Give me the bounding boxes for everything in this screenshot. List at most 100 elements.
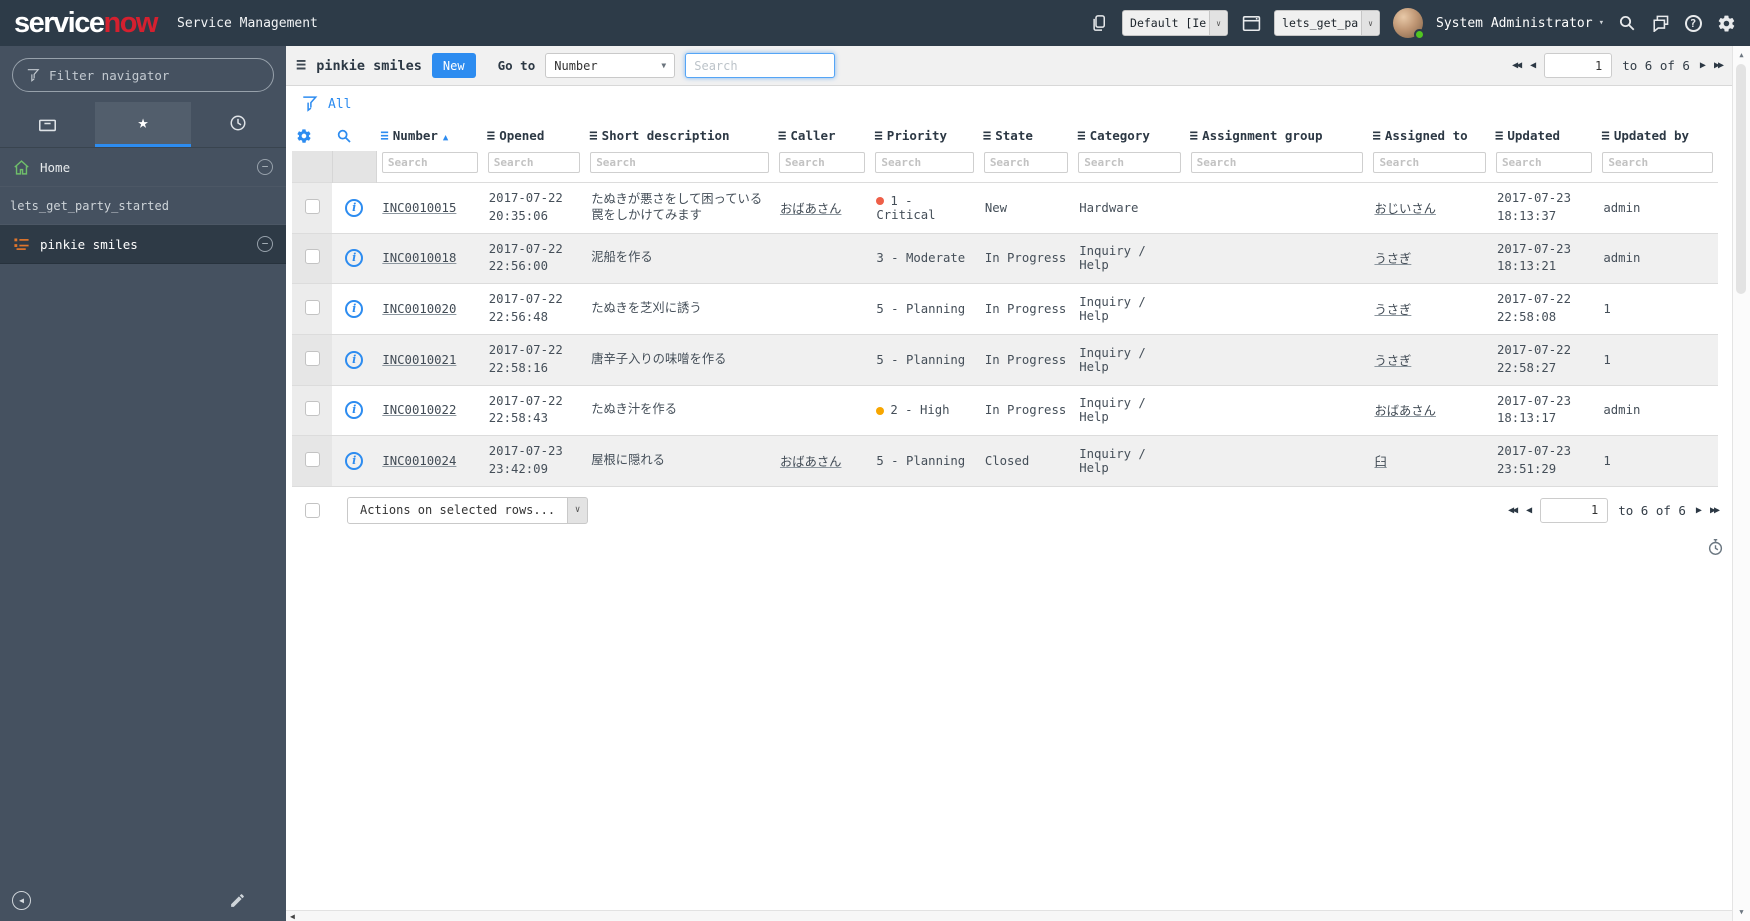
incident-link[interactable]: INC0010021: [382, 353, 456, 367]
application-picker[interactable]: lets_get_pa ∨: [1274, 10, 1381, 36]
column-menu-icon[interactable]: ≡: [1077, 128, 1085, 144]
filter-navigator-input[interactable]: [49, 67, 239, 83]
column-search-input-assignment_group[interactable]: [1190, 152, 1364, 173]
column-menu-icon[interactable]: ≡: [1495, 128, 1503, 144]
row-checkbox[interactable]: [304, 300, 320, 316]
next-page-icon[interactable]: ▶: [1696, 505, 1702, 516]
column-header-caller[interactable]: ≡ Caller: [774, 121, 870, 151]
column-header-updated_by[interactable]: ≡ Updated by: [1597, 121, 1718, 151]
help-icon[interactable]: ?: [1683, 13, 1703, 33]
info-icon[interactable]: i: [345, 401, 364, 420]
assigned_to-link[interactable]: うさぎ: [1374, 354, 1411, 368]
search-icon[interactable]: [1617, 13, 1637, 33]
next-page-icon[interactable]: ▶: [1700, 60, 1706, 71]
row-checkbox[interactable]: [304, 401, 320, 417]
application-window-icon[interactable]: [1241, 13, 1261, 33]
column-menu-icon[interactable]: ≡: [1372, 128, 1380, 144]
column-search-input-updated_by[interactable]: [1602, 152, 1713, 173]
column-search-input-short_description[interactable]: [590, 152, 769, 173]
column-search-input-opened[interactable]: [487, 152, 581, 173]
row-checkbox[interactable]: [304, 249, 320, 265]
remove-favorite-icon[interactable]: −: [257, 236, 273, 252]
new-button[interactable]: New: [431, 53, 476, 78]
column-menu-icon[interactable]: ≡: [778, 128, 786, 144]
column-menu-icon[interactable]: ≡: [1190, 128, 1198, 144]
column-header-assigned_to[interactable]: ≡ Assigned to: [1368, 121, 1491, 151]
edit-favorites-icon[interactable]: [229, 892, 246, 909]
incident-link[interactable]: INC0010020: [382, 302, 456, 316]
assigned_to-link[interactable]: うさぎ: [1374, 252, 1411, 266]
scroll-up-icon[interactable]: ▲: [1733, 51, 1750, 59]
assigned_to-link[interactable]: うさぎ: [1374, 303, 1411, 317]
assigned_to-link[interactable]: おばあさん: [1374, 404, 1436, 418]
list-refresh-timer-icon[interactable]: [1707, 538, 1724, 556]
update-set-picker[interactable]: Default [Ie ∨: [1122, 10, 1229, 36]
scroll-down-icon[interactable]: ▼: [1733, 908, 1750, 916]
column-search-input-number[interactable]: [381, 152, 478, 173]
info-icon[interactable]: i: [345, 350, 364, 369]
split-pane-icon[interactable]: [1089, 13, 1109, 33]
row-checkbox[interactable]: [304, 350, 320, 366]
incident-link[interactable]: INC0010015: [382, 201, 456, 215]
scroll-left-icon[interactable]: ◀: [290, 912, 295, 921]
column-menu-icon[interactable]: ≡: [874, 128, 882, 144]
column-search-input-priority[interactable]: [875, 152, 974, 173]
select-all-checkbox[interactable]: [305, 502, 320, 518]
list-context-menu-icon[interactable]: ≡: [296, 57, 306, 74]
column-search-input-assigned_to[interactable]: [1373, 152, 1486, 173]
page-number-input[interactable]: [1544, 53, 1613, 78]
last-page-icon[interactable]: ▶▶: [1710, 505, 1720, 516]
column-search-toggle-icon[interactable]: [332, 121, 376, 151]
incident-link[interactable]: INC0010018: [382, 251, 456, 265]
prev-page-icon[interactable]: ◀: [1530, 60, 1536, 71]
column-search-input-state[interactable]: [983, 152, 1069, 173]
incident-link[interactable]: INC0010022: [382, 403, 456, 417]
assigned_to-link[interactable]: 臼: [1374, 455, 1386, 469]
sidebar-item-pinkie-smiles[interactable]: pinkie smiles −: [0, 225, 286, 264]
horizontal-scrollbar[interactable]: ◀: [286, 910, 1732, 921]
chat-icon[interactable]: [1650, 13, 1670, 33]
info-icon[interactable]: i: [345, 300, 364, 319]
collapse-sidebar-icon[interactable]: ◀: [12, 890, 31, 910]
first-page-icon[interactable]: ◀◀: [1512, 60, 1522, 71]
tab-favorites[interactable]: ★: [95, 102, 191, 147]
breadcrumb-all[interactable]: All: [328, 97, 351, 112]
column-header-short_description[interactable]: ≡ Short description: [585, 121, 774, 151]
avatar[interactable]: [1393, 8, 1426, 40]
column-menu-icon[interactable]: ≡: [983, 128, 991, 144]
row-checkbox[interactable]: [304, 198, 320, 214]
first-page-icon[interactable]: ◀◀: [1508, 505, 1518, 516]
column-search-input-category[interactable]: [1078, 152, 1181, 173]
last-page-icon[interactable]: ▶▶: [1714, 60, 1724, 71]
tab-history[interactable]: [191, 102, 286, 147]
column-header-category[interactable]: ≡ Category: [1073, 121, 1185, 151]
remove-favorite-icon[interactable]: −: [257, 159, 273, 175]
assigned_to-link[interactable]: おじいさん: [1374, 202, 1436, 216]
actions-on-selected-rows-select[interactable]: Actions on selected rows... ∨: [347, 496, 589, 524]
filter-funnel-icon[interactable]: [301, 95, 318, 113]
gear-icon[interactable]: [1716, 13, 1736, 33]
incident-link[interactable]: INC0010024: [382, 454, 456, 468]
column-menu-icon[interactable]: ≡: [589, 128, 597, 144]
list-search-input[interactable]: [685, 53, 836, 78]
caller-link[interactable]: おばあさん: [780, 202, 842, 216]
column-menu-icon[interactable]: ≡: [380, 128, 388, 144]
column-menu-icon[interactable]: ≡: [1601, 128, 1609, 144]
scrollbar-thumb[interactable]: [1736, 64, 1746, 294]
column-search-input-caller[interactable]: [778, 152, 866, 173]
column-header-number[interactable]: ≡ Number ▲: [376, 121, 482, 151]
caller-link[interactable]: おばあさん: [780, 455, 842, 469]
prev-page-icon[interactable]: ◀: [1526, 505, 1532, 516]
user-menu[interactable]: System Administrator ▾: [1436, 16, 1604, 31]
goto-field-select[interactable]: Number ▼: [545, 53, 676, 78]
column-menu-icon[interactable]: ≡: [487, 128, 495, 144]
vertical-scrollbar[interactable]: ▲ ▼: [1732, 46, 1750, 921]
info-icon[interactable]: i: [345, 452, 364, 471]
column-header-priority[interactable]: ≡ Priority: [870, 121, 978, 151]
column-search-input-updated[interactable]: [1495, 152, 1593, 173]
info-icon[interactable]: i: [345, 249, 364, 268]
column-header-updated[interactable]: ≡ Updated: [1491, 121, 1597, 151]
row-checkbox[interactable]: [304, 452, 320, 468]
column-header-assignment_group[interactable]: ≡ Assignment group: [1186, 121, 1369, 151]
page-number-input[interactable]: [1540, 497, 1609, 523]
